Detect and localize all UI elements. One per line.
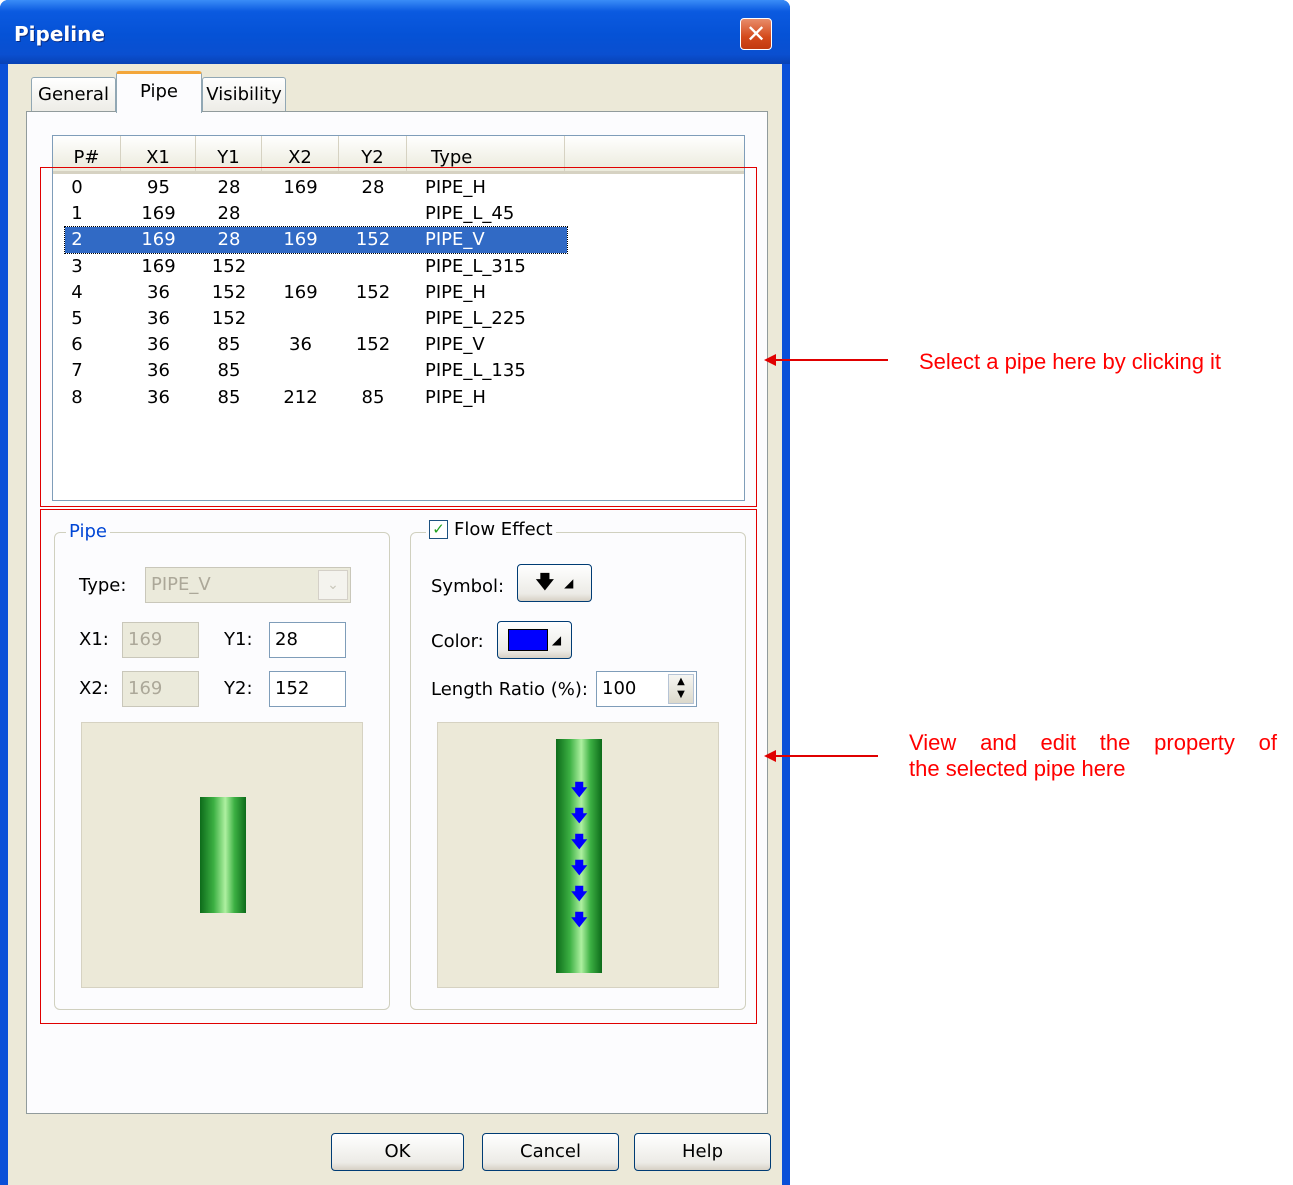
list-annotation-text: Select a pipe here by clicking it bbox=[919, 349, 1222, 374]
tab-visibility-label: Visibility bbox=[206, 84, 282, 105]
tab-visibility[interactable]: Visibility bbox=[202, 77, 286, 113]
edit-annotation-line2: the selected pipe here bbox=[909, 756, 1126, 781]
ok-button[interactable]: OK bbox=[331, 1133, 464, 1171]
column-header-y2[interactable]: Y2 bbox=[339, 136, 407, 171]
edit-annotation-line1: View and edit the property of bbox=[909, 730, 1277, 755]
tab-pipe-label: Pipe bbox=[140, 81, 178, 102]
close-button[interactable]: ✕ bbox=[740, 18, 772, 50]
edit-annotation-arrow bbox=[764, 750, 878, 762]
tab-general[interactable]: General bbox=[31, 77, 116, 113]
column-header-x1[interactable]: X1 bbox=[121, 136, 196, 171]
close-x-icon: ✕ bbox=[745, 20, 767, 48]
column-header-type[interactable]: Type bbox=[407, 136, 565, 171]
cancel-button[interactable]: Cancel bbox=[482, 1133, 619, 1171]
window-title: Pipeline bbox=[14, 22, 105, 46]
column-header-p[interactable]: P# bbox=[53, 136, 121, 171]
column-header-y1[interactable]: Y1 bbox=[196, 136, 262, 171]
editor-highlight-box bbox=[40, 509, 757, 1024]
tab-pipe[interactable]: Pipe bbox=[116, 71, 202, 113]
title-bar[interactable]: Pipeline ✕ bbox=[0, 0, 790, 64]
list-annotation-arrow bbox=[764, 354, 888, 366]
tab-general-label: General bbox=[38, 84, 109, 105]
edit-annotation-text: View and edit the property of the select… bbox=[909, 730, 1277, 782]
column-header-x2[interactable]: X2 bbox=[262, 136, 339, 171]
list-highlight-box bbox=[40, 167, 757, 507]
help-button[interactable]: Help bbox=[634, 1133, 771, 1171]
